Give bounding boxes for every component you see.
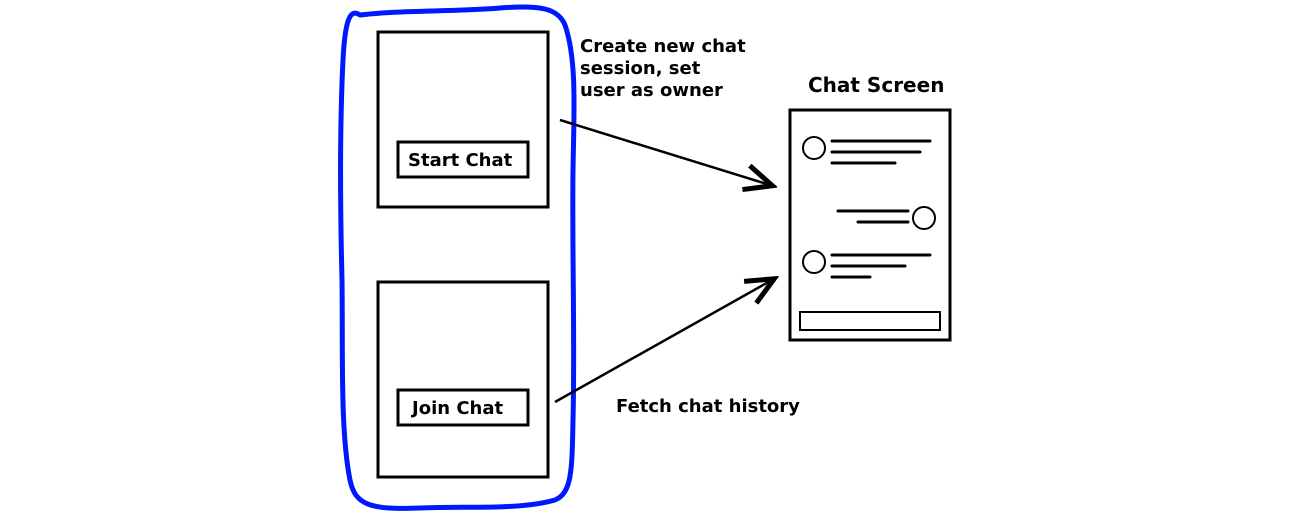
avatar-icon xyxy=(803,137,825,159)
arrow-start-to-chat xyxy=(560,120,770,185)
join-chat-button-label: Join Chat xyxy=(410,398,503,419)
join-chat-screen: Join Chat xyxy=(378,282,548,477)
chat-input-mock xyxy=(800,312,940,330)
start-chat-screen: Start Chat xyxy=(378,32,548,207)
screens-group-outline xyxy=(341,7,574,508)
svg-text:session, set: session, set xyxy=(580,58,701,79)
join-chat-button[interactable]: Join Chat xyxy=(398,390,528,425)
flow-diagram: Start Chat Join Chat Create new chat ses… xyxy=(0,0,1290,515)
start-chat-button-label: Start Chat xyxy=(408,150,513,171)
avatar-icon xyxy=(913,207,935,229)
svg-text:user as owner: user as owner xyxy=(580,80,723,101)
fetch-history-label: Fetch chat history xyxy=(616,396,800,417)
chat-screen-title: Chat Screen xyxy=(808,73,944,97)
start-chat-button[interactable]: Start Chat xyxy=(398,142,528,177)
create-session-label: Create new chat session, set user as own… xyxy=(580,36,746,101)
avatar-icon xyxy=(803,251,825,273)
svg-text:Create new chat: Create new chat xyxy=(580,36,746,57)
arrow-join-to-chat xyxy=(555,280,772,402)
chat-screen-mock xyxy=(790,110,950,340)
